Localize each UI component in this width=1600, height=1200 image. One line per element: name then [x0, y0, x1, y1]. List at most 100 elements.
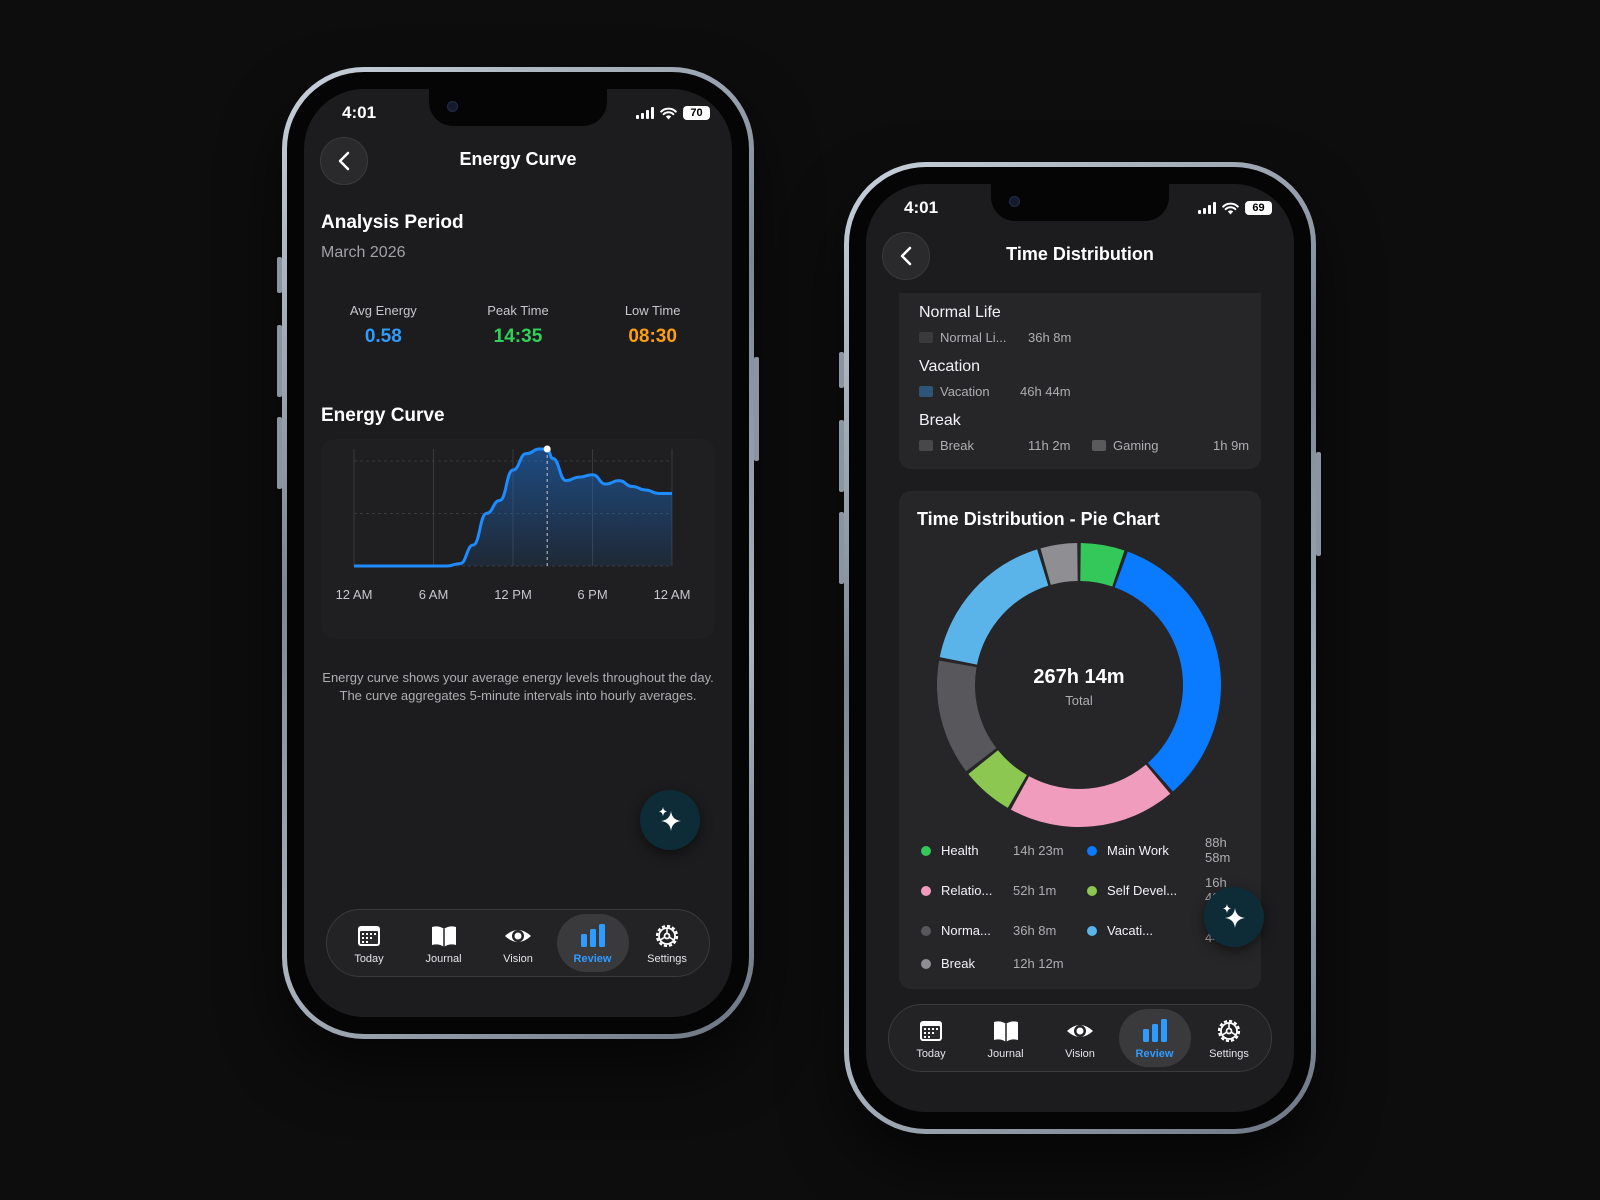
stat-avg-energy: Avg Energy 0.58 [318, 303, 448, 348]
ai-assistant-button[interactable] [640, 790, 700, 850]
color-swatch [919, 386, 933, 397]
item-value: 36h 8m [1028, 330, 1072, 345]
legend-value: 12h 12m [1013, 956, 1064, 971]
eye-icon [1067, 1024, 1093, 1037]
eye-icon [505, 929, 531, 942]
category-breakdown-card: Normal Life Normal Li... 36h 8m Vacation… [899, 293, 1261, 469]
item-label: Break [940, 438, 974, 453]
legend-item[interactable]: Norma... [921, 923, 991, 938]
page-title: Time Distribution [1006, 244, 1154, 264]
volume-down-button [839, 512, 844, 584]
legend-value: 14h 23m [1013, 843, 1064, 858]
volume-down-button [277, 417, 282, 489]
stat-low-time: Low Time 08:30 [588, 303, 718, 348]
pie-chart-title: Time Distribution - Pie Chart [917, 509, 1160, 529]
analysis-period-value: March 2026 [321, 244, 406, 261]
legend-value: 36h 8m [1013, 923, 1057, 938]
pie-slice-relationships[interactable] [1010, 764, 1171, 827]
wifi-icon [1222, 202, 1239, 214]
x-tick-label: 12 AM [654, 587, 691, 602]
cellular-signal-icon [636, 107, 654, 119]
stat-value: 14:35 [493, 326, 543, 347]
phone-energy-curve: 4:01 70 Energy Curve Analysis Period Mar… [277, 67, 759, 1039]
bar-chart-icon [580, 923, 605, 947]
legend-value: 52h 1m [1013, 883, 1057, 898]
tab-settings[interactable]: Settings [1193, 1009, 1265, 1067]
cellular-signal-icon [1198, 202, 1216, 214]
tab-review[interactable]: Review [1118, 1009, 1191, 1067]
item-label: Vacation [940, 384, 990, 399]
pie-slice-main-work[interactable] [1114, 551, 1221, 792]
screen-time-distribution: 4:01 69 Normal Life Normal Li... 36h 8m … [866, 184, 1294, 1112]
energy-chart-note: Energy curve shows your average energy l… [322, 670, 714, 703]
category-item: Normal Li... 36h 8m [919, 330, 1071, 345]
power-button [1316, 452, 1321, 556]
side-button [839, 352, 844, 388]
tab-settings[interactable]: Settings [631, 914, 703, 972]
legend-label: Health [941, 843, 979, 858]
legend-item[interactable]: Health [921, 843, 979, 858]
book-icon [431, 925, 456, 947]
volume-up-button [839, 420, 844, 492]
tab-vision[interactable]: Vision [482, 914, 554, 972]
ai-assistant-button[interactable] [1204, 887, 1264, 947]
legend-item[interactable]: Vacati... [1087, 923, 1153, 938]
analysis-period-title: Analysis Period [321, 212, 464, 233]
side-button [277, 257, 282, 293]
calendar-icon [358, 925, 380, 946]
volume-up-button [277, 325, 282, 397]
tab-label: Today [354, 952, 384, 965]
legend-item[interactable]: Main Work [1087, 843, 1169, 858]
gear-icon [655, 924, 679, 947]
tab-label: Journal [425, 952, 462, 965]
item-label: Normal Li... [940, 330, 1007, 345]
item-value: 46h 44m [1020, 384, 1071, 399]
tab-today[interactable]: Today [333, 914, 405, 972]
legend-item[interactable]: Break [921, 956, 975, 971]
tab-journal[interactable]: Journal [408, 914, 480, 972]
legend-dot [1087, 886, 1097, 896]
energy-chart: 12 AM 6 AM 12 PM 6 PM 12 AM [336, 445, 691, 602]
legend-dot [921, 886, 931, 896]
peak-marker-point[interactable] [543, 445, 551, 453]
bar-chart-icon [1142, 1018, 1167, 1042]
legend-item[interactable]: Self Devel... [1087, 883, 1177, 898]
phone-time-distribution: 4:01 69 Normal Life Normal Li... 36h 8m … [839, 162, 1321, 1134]
sparkles-icon [659, 807, 681, 831]
tab-label: Vision [1065, 1047, 1095, 1060]
tab-bar: Today Journal Vision Review Settings [326, 909, 710, 977]
tab-label: Today [916, 1047, 946, 1060]
item-label: Gaming [1113, 438, 1159, 453]
wifi-icon [660, 107, 677, 119]
status-time: 4:01 [904, 198, 939, 217]
pie-total-label: Total [1065, 693, 1093, 708]
tab-bar: Today Journal Vision Review Settings [888, 1004, 1272, 1072]
status-bar: 4:01 69 [866, 198, 1294, 220]
stat-label: Low Time [624, 303, 681, 318]
x-tick-label: 6 PM [577, 587, 607, 602]
tab-vision[interactable]: Vision [1044, 1009, 1116, 1067]
pie-total-value: 267h 14m [1033, 666, 1124, 688]
tab-review[interactable]: Review [556, 914, 629, 972]
stat-label: Peak Time [487, 303, 549, 318]
tab-journal[interactable]: Journal [970, 1009, 1042, 1067]
legend-item[interactable]: Relatio... [921, 883, 992, 898]
category-item: Vacation 46h 44m [919, 384, 1071, 399]
stat-label: Avg Energy [349, 303, 417, 318]
tab-today[interactable]: Today [895, 1009, 967, 1067]
tab-label: Settings [647, 952, 687, 965]
pie-slice-normal-life[interactable] [937, 660, 997, 772]
tab-label: Journal [987, 1047, 1024, 1060]
pie-slice-vacation[interactable] [939, 549, 1049, 665]
color-swatch [919, 440, 933, 451]
color-swatch [1092, 440, 1106, 451]
legend-label: Break [941, 956, 975, 971]
legend-dot [1087, 926, 1097, 936]
stat-peak-time: Peak Time 14:35 [453, 303, 583, 348]
energy-chart-title: Energy Curve [321, 405, 445, 426]
status-time: 4:01 [342, 103, 377, 122]
page-title: Energy Curve [459, 149, 577, 169]
energy-stats: Avg Energy 0.58 Peak Time 14:35 Low Time… [304, 303, 732, 348]
legend-label: Vacati... [1107, 923, 1154, 938]
tab-label: Settings [1209, 1047, 1249, 1060]
